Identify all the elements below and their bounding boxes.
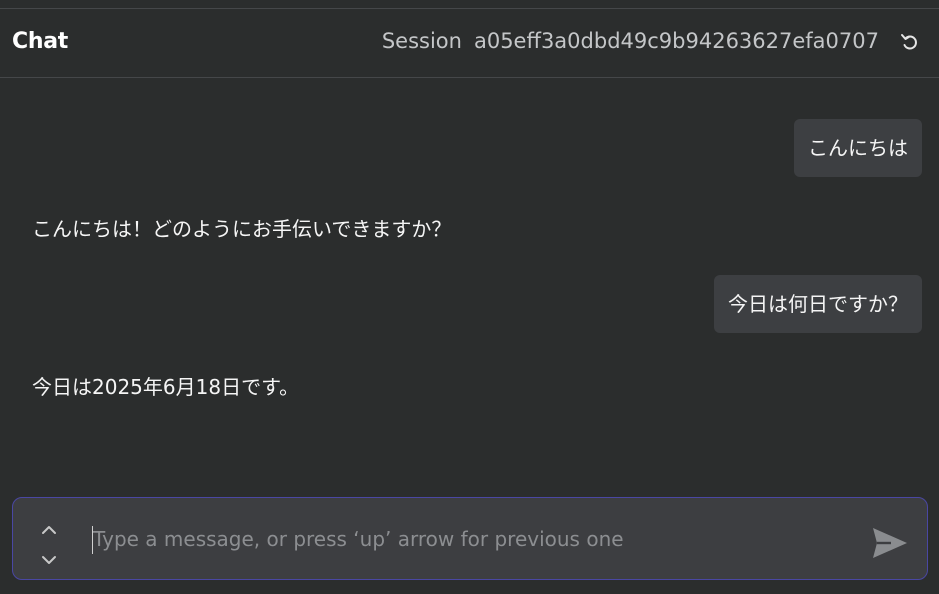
page-title: Chat [12,29,68,54]
history-up-button[interactable] [39,522,59,536]
send-button[interactable] [871,526,909,560]
assistant-message: こんにちは！どのようにお手伝いできますか？ [32,217,452,241]
chevron-down-icon [42,556,56,564]
message-input[interactable] [93,518,853,560]
reset-session-button[interactable] [899,31,921,53]
chat-header: Chat Session a05eff3a0dbd49c9b94263627efa… [0,9,939,78]
user-message: 今日は何日ですか？ [714,275,922,333]
reset-icon [901,34,917,50]
message-composer [12,497,928,580]
chevron-up-icon [42,526,56,534]
session-info: Session a05eff3a0dbd49c9b94263627efa0707 [382,29,879,53]
chat-app: Chat Session a05eff3a0dbd49c9b94263627efa… [0,0,939,594]
session-id: a05eff3a0dbd49c9b94263627efa0707 [473,29,879,53]
send-icon [873,528,907,558]
user-message: こんにちは [794,119,922,177]
message-list: こんにちは こんにちは！どのようにお手伝いできますか？ 今日は何日ですか？ 今日… [0,79,939,494]
assistant-message: 今日は2025年6月18日です。 [32,375,300,399]
session-label: Session [381,29,462,53]
history-down-button[interactable] [39,552,59,566]
